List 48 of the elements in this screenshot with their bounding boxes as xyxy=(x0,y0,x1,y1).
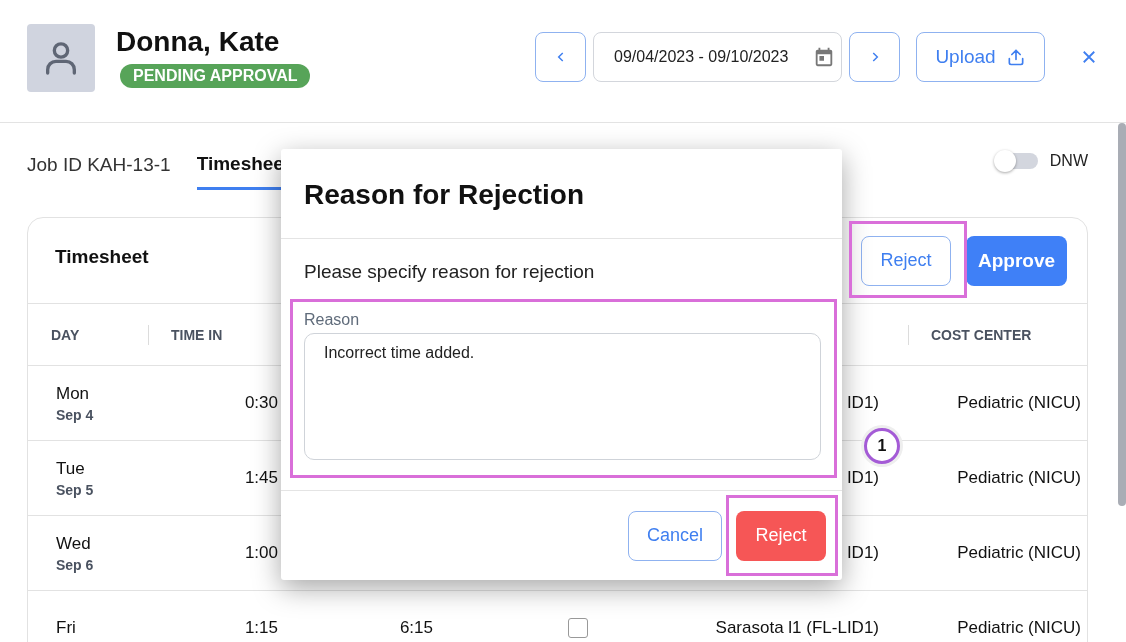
cost-center-cell: Pediatric (NICU) xyxy=(957,468,1081,488)
location-cell: Sarasota l1 (FL-LID1) xyxy=(715,618,879,638)
approve-button[interactable]: Approve xyxy=(966,235,1067,286)
day-date: Sep 6 xyxy=(56,556,95,573)
time-out-cell: 6:15 xyxy=(399,618,433,638)
field-label: Reason xyxy=(304,311,361,329)
next-button[interactable] xyxy=(849,32,900,82)
reason-field[interactable]: Incorrect time added. xyxy=(304,333,821,460)
job-id-label: Job ID KAH-13-1 xyxy=(27,154,171,177)
step-badge: 1 xyxy=(864,428,900,464)
location-cell: ID1) xyxy=(846,543,879,563)
dnw-label: DNW xyxy=(1049,152,1088,170)
dnw-toggle[interactable] xyxy=(995,153,1038,169)
avatar-icon xyxy=(27,24,95,92)
cost-center-cell: Pediatric (NICU) xyxy=(957,393,1081,413)
confirm-reject-button[interactable]: Reject xyxy=(736,510,826,561)
time-in-cell: 1:00 xyxy=(244,543,278,563)
date-range-field[interactable]: 09/04/2023 - 09/10/2023 xyxy=(593,32,842,82)
calendar-icon xyxy=(813,46,835,68)
cancel-button[interactable]: Cancel xyxy=(628,510,722,561)
time-in-cell: 1:45 xyxy=(244,468,278,488)
time-in-cell: 0:30 xyxy=(244,393,278,413)
row-checkbox[interactable] xyxy=(568,618,588,638)
column-header: COST CENTER xyxy=(908,324,1087,345)
cost-center-cell: Pediatric (NICU) xyxy=(957,543,1081,563)
location-cell: ID1) xyxy=(846,468,879,488)
upload-button[interactable]: Upload xyxy=(916,32,1045,82)
employee-name: Donna, Kate xyxy=(116,26,280,58)
column-header: TIME IN xyxy=(148,324,278,345)
column-header: DAY xyxy=(50,325,81,345)
dialog-title: Reason for Rejection xyxy=(304,178,585,211)
close-button[interactable] xyxy=(1080,48,1098,66)
scrollbar[interactable] xyxy=(1118,123,1126,506)
dialog-prompt: Please specify reason for rejection xyxy=(304,261,596,283)
status-badge: PENDING APPROVAL xyxy=(120,64,311,88)
day-date: Sep 4 xyxy=(56,406,95,423)
location-cell: ID1) xyxy=(846,393,879,413)
time-in-cell: 1:15 xyxy=(244,618,278,638)
close-icon xyxy=(1080,48,1098,66)
day-date: Sep 5 xyxy=(56,481,95,498)
day-name: Tue xyxy=(56,458,86,479)
day-name: Fri xyxy=(56,618,77,638)
cost-center-cell: Pediatric (NICU) xyxy=(957,618,1081,638)
previous-button[interactable] xyxy=(535,32,586,82)
day-name: Mon xyxy=(56,383,91,404)
card-title: Timesheet xyxy=(55,245,149,268)
day-name: Wed xyxy=(56,533,92,554)
reject-button[interactable]: Reject xyxy=(861,235,951,286)
